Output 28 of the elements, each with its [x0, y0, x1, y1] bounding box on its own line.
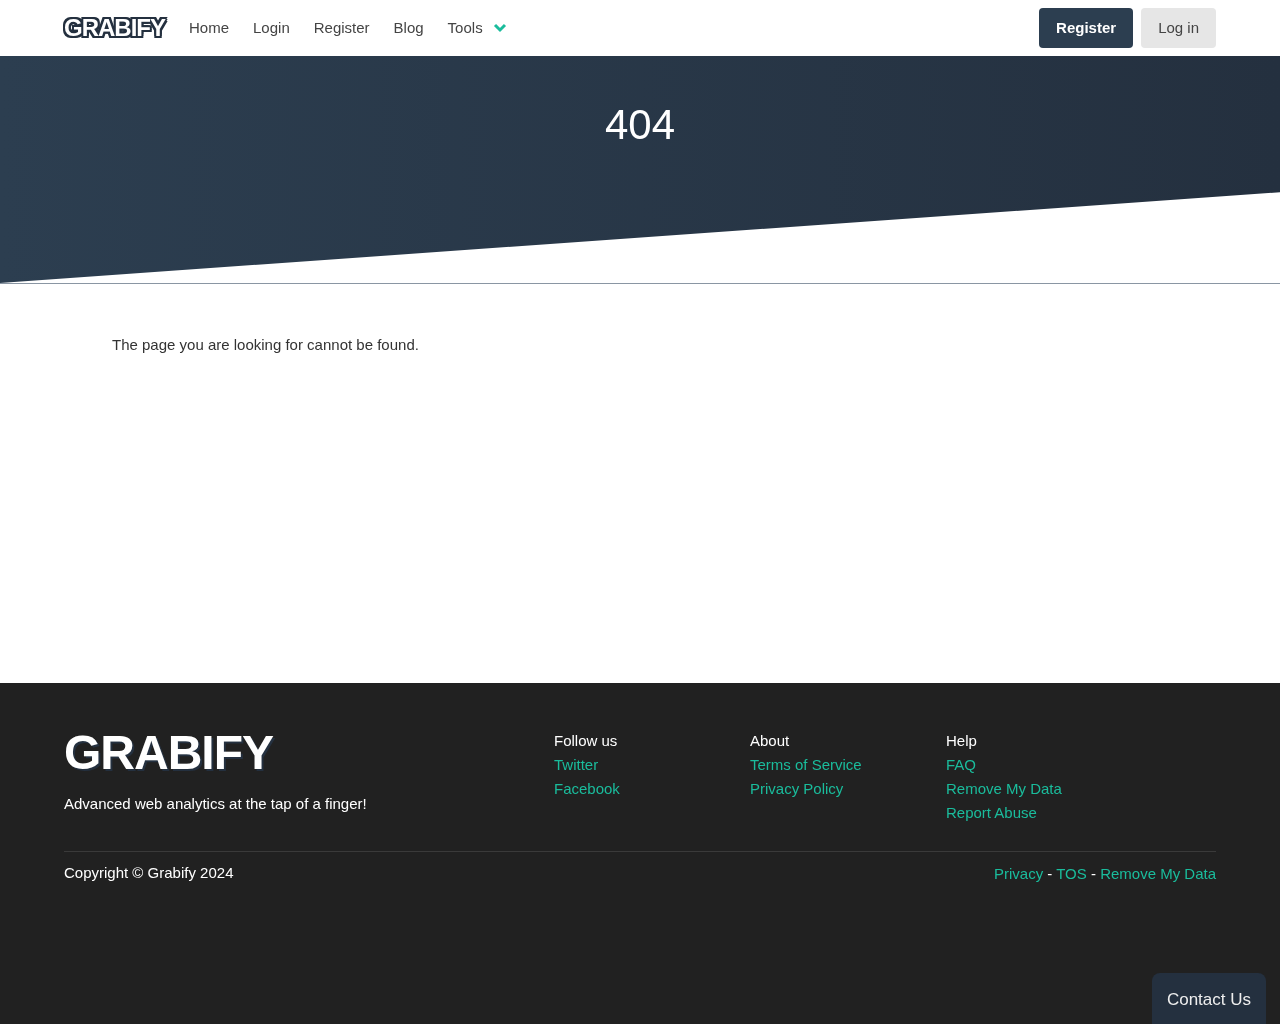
nav-link[interactable]: Home	[189, 16, 229, 40]
error-message: The page you are looking for cannot be found.	[112, 335, 420, 355]
column-heading: Help	[946, 731, 978, 751]
login-button[interactable]: Log in	[1141, 7, 1216, 49]
copyright: Copyright © Grabify 2024	[64, 863, 234, 883]
nav-link[interactable]: Login	[253, 16, 290, 40]
column-heading: Follow us	[554, 731, 619, 751]
footer-link[interactable]: Twitter	[554, 753, 750, 777]
footer-link[interactable]: FAQ	[946, 753, 1142, 777]
footer-link[interactable]: Remove My Data	[1100, 865, 1216, 882]
footer-link[interactable]: Terms of Service	[750, 753, 946, 777]
contact-button[interactable]: Contact Us	[1151, 972, 1266, 1024]
footer-link[interactable]: TOS	[1056, 865, 1087, 882]
column-heading: About	[750, 731, 791, 751]
footer-link[interactable]: Privacy	[993, 865, 1044, 882]
separator: -	[1089, 865, 1097, 882]
register-button[interactable]: Register	[1039, 7, 1134, 49]
footer-logo: GRABIFY	[64, 729, 273, 777]
footer-link[interactable]: Privacy Policy	[750, 777, 946, 801]
footer-link[interactable]: Remove My Data	[946, 777, 1142, 801]
footer-link[interactable]: Facebook	[554, 777, 750, 801]
nav-link[interactable]: Register	[313, 16, 370, 40]
separator: -	[1046, 865, 1054, 882]
tagline: Advanced web analytics at the tap of a finger!	[64, 794, 368, 814]
nav-link[interactable]: Tools	[447, 16, 507, 40]
footer-link[interactable]: Report Abuse	[946, 801, 1142, 825]
page-title: 404	[603, 100, 677, 150]
nav-link[interactable]: Blog	[393, 16, 424, 40]
